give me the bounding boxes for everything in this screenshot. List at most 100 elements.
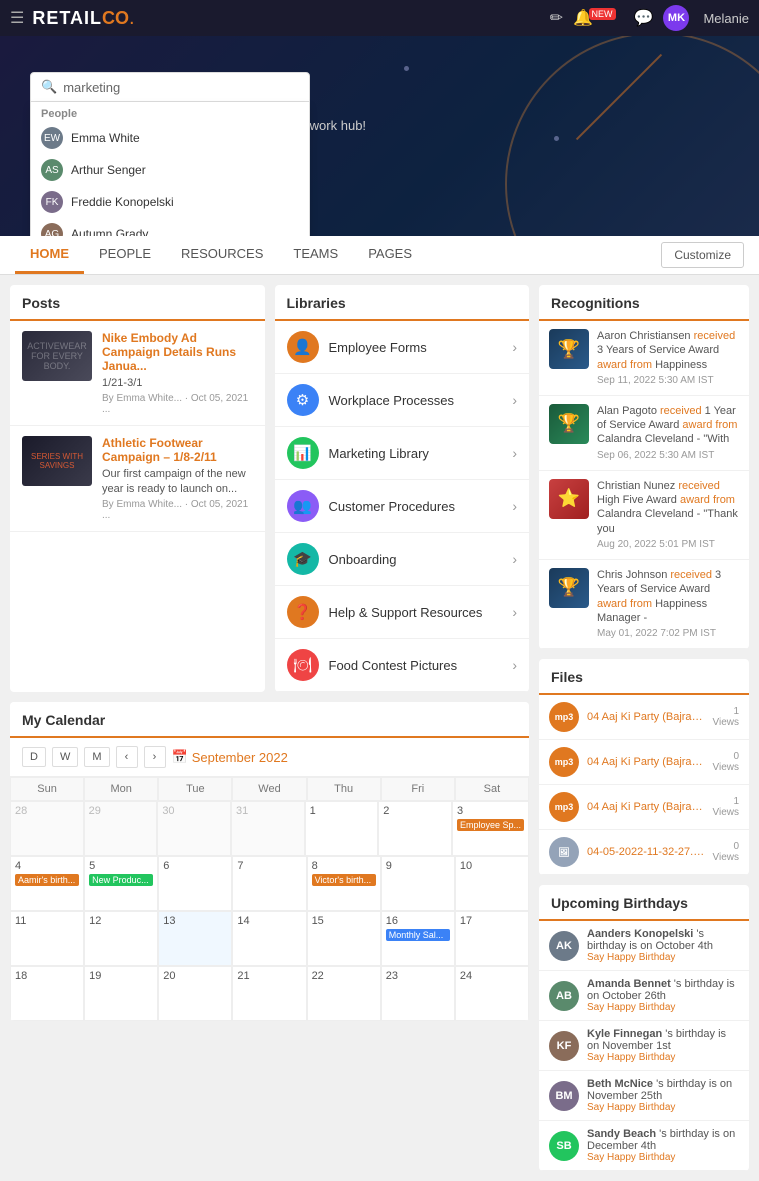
cal-cell[interactable]: 9 [381, 856, 455, 911]
cal-cell[interactable]: 3 Employee Sp... [452, 801, 529, 856]
search-person-autumn[interactable]: AG Autumn Grady [31, 218, 309, 236]
post-item-2[interactable]: SERIES WITH SAVINGS Athletic Footwear Ca… [10, 426, 265, 532]
library-item-onboarding[interactable]: 🎓 Onboarding › [275, 533, 530, 586]
cal-cell[interactable]: 8 Victor's birth... [307, 856, 381, 911]
tab-people[interactable]: PEOPLE [84, 236, 166, 274]
tab-resources[interactable]: RESOURCES [166, 236, 278, 274]
post-meta-2: By Emma White... · Oct 05, 2021 ... [102, 499, 253, 521]
cal-cell[interactable]: 10 [455, 856, 529, 911]
file-item-1[interactable]: mp3 04 Aaj Ki Party (Bajrangi Bhaijaan..… [539, 695, 749, 740]
cal-cell[interactable]: 5 New Produc... [84, 856, 158, 911]
cal-cell[interactable]: 28 [10, 801, 84, 856]
file-name-4: 04-05-2022-11-32-27.png [587, 846, 705, 858]
day-header-mon: Mon [84, 777, 158, 801]
cal-event[interactable]: Monthly Sal... [386, 929, 450, 941]
files-card: Files mp3 04 Aaj Ki Party (Bajrangi Bhai… [539, 659, 749, 875]
cal-cell[interactable]: 19 [84, 966, 158, 1021]
customize-button[interactable]: Customize [661, 242, 744, 268]
posts-libraries-grid: Posts ACTIVEWEAR FOR EVERY BODY. Nike Em… [10, 285, 529, 692]
cal-event[interactable]: Victor's birth... [312, 874, 376, 886]
tab-pages[interactable]: PAGES [353, 236, 427, 274]
library-item-food-contest[interactable]: 🍽 Food Contest Pictures › [275, 639, 530, 692]
cal-cell[interactable]: 30 [157, 801, 231, 856]
cal-cell[interactable]: 22 [307, 966, 381, 1021]
cal-next-btn[interactable]: › [144, 746, 166, 768]
bday-link-3[interactable]: Say Happy Birthday [587, 1052, 739, 1063]
cal-cell[interactable]: 23 [381, 966, 455, 1021]
recognitions-header: Recognitions [539, 285, 749, 321]
bday-link-1[interactable]: Say Happy Birthday [587, 952, 739, 963]
cell-num: 5 [89, 860, 95, 872]
cal-cell[interactable]: 16 Monthly Sal... [381, 911, 455, 966]
person-name: Arthur Senger [71, 163, 146, 177]
day-view-btn[interactable]: D [22, 747, 46, 767]
bday-name-4: Beth McNice [587, 1078, 656, 1090]
cal-cell[interactable]: 21 [232, 966, 306, 1021]
tab-teams[interactable]: TEAMS [278, 236, 353, 274]
cal-cell[interactable]: 24 [455, 966, 529, 1021]
left-column: Posts ACTIVEWEAR FOR EVERY BODY. Nike Em… [10, 285, 529, 1171]
search-person-emma[interactable]: EW Emma White [31, 122, 309, 154]
hamburger-icon[interactable]: ☰ [10, 8, 24, 28]
file-views-3: 1Views [713, 796, 740, 818]
cal-cell[interactable]: 1 [305, 801, 379, 856]
recognition-item-2: 🏆 Alan Pagoto received 1 Year of Service… [539, 396, 749, 471]
edit-icon[interactable]: ✏ [550, 8, 563, 28]
post-thumb-text: SERIES WITH SAVINGS [22, 450, 92, 472]
lib-icon-help-support: ❓ [287, 596, 319, 628]
libraries-header: Libraries [275, 285, 530, 321]
bday-link-4[interactable]: Say Happy Birthday [587, 1102, 739, 1113]
cal-cell[interactable]: 12 [84, 911, 158, 966]
cal-cell[interactable]: 11 [10, 911, 84, 966]
cell-num: 20 [163, 970, 175, 982]
post-desc-1: 1/21-3/1 [102, 376, 253, 390]
tab-home[interactable]: HOME [15, 236, 84, 274]
cell-num: 21 [237, 970, 249, 982]
file-item-2[interactable]: mp3 04 Aaj Ki Party (Bajrangi Bhaijaan..… [539, 740, 749, 785]
cal-cell[interactable]: 13 [158, 911, 232, 966]
lib-arrow: › [512, 445, 517, 461]
hero-dot-2 [554, 136, 559, 141]
cal-cell[interactable]: 29 [84, 801, 158, 856]
chat-icon[interactable]: 💬 [634, 8, 654, 28]
search-input[interactable] [63, 80, 299, 95]
cal-cell[interactable]: 7 [232, 856, 306, 911]
cal-cell[interactable]: 14 [232, 911, 306, 966]
cal-event[interactable]: Employee Sp... [457, 819, 524, 831]
cal-cell[interactable]: 20 [158, 966, 232, 1021]
header-icons: ✏ 🔔 NEW 💬 MK Melanie [550, 5, 749, 31]
cal-event[interactable]: Aamir's birth... [15, 874, 79, 886]
cal-cell[interactable]: 17 [455, 911, 529, 966]
library-item-help-support[interactable]: ❓ Help & Support Resources › [275, 586, 530, 639]
posts-header: Posts [10, 285, 265, 321]
cal-prev-btn[interactable]: ‹ [116, 746, 138, 768]
month-view-btn[interactable]: M [84, 747, 109, 767]
day-header-tue: Tue [158, 777, 232, 801]
library-item-employee-forms[interactable]: 👤 Employee Forms › [275, 321, 530, 374]
cal-cell[interactable]: 6 [158, 856, 232, 911]
file-item-3[interactable]: mp3 04 Aaj Ki Party (Bajrangi Bhaijaan..… [539, 785, 749, 830]
post-item-1[interactable]: ACTIVEWEAR FOR EVERY BODY. Nike Embody A… [10, 321, 265, 426]
bday-link-2[interactable]: Say Happy Birthday [587, 1002, 739, 1013]
content-grid: Posts ACTIVEWEAR FOR EVERY BODY. Nike Em… [0, 275, 759, 1181]
cal-cell[interactable]: 4 Aamir's birth... [10, 856, 84, 911]
bday-text-2: Amanda Bennet 's birthday is on October … [587, 978, 739, 1013]
library-item-workplace-processes[interactable]: ⚙ Workplace Processes › [275, 374, 530, 427]
recognition-thumb-3: ⭐ [549, 479, 589, 519]
cell-num: 2 [383, 805, 389, 817]
search-person-freddie[interactable]: FK Freddie Konopelski [31, 186, 309, 218]
birthday-item-3: KF Kyle Finnegan 's birthday is on Novem… [539, 1021, 749, 1071]
cal-cell[interactable]: 18 [10, 966, 84, 1021]
search-person-arthur[interactable]: AS Arthur Senger [31, 154, 309, 186]
bday-link-5[interactable]: Say Happy Birthday [587, 1152, 739, 1163]
hero-banner: WELCOME Bringing all employees together … [0, 36, 759, 236]
library-item-marketing[interactable]: 📊 Marketing Library › [275, 427, 530, 480]
library-item-customer-procedures[interactable]: 👥 Customer Procedures › [275, 480, 530, 533]
cal-event[interactable]: New Produc... [89, 874, 153, 886]
file-item-4[interactable]: 🖼 04-05-2022-11-32-27.png 0Views [539, 830, 749, 875]
cal-cell[interactable]: 31 [231, 801, 305, 856]
user-avatar[interactable]: MK [663, 5, 689, 31]
week-view-btn[interactable]: W [52, 747, 78, 767]
cal-cell[interactable]: 2 [378, 801, 452, 856]
cal-cell[interactable]: 15 [307, 911, 381, 966]
